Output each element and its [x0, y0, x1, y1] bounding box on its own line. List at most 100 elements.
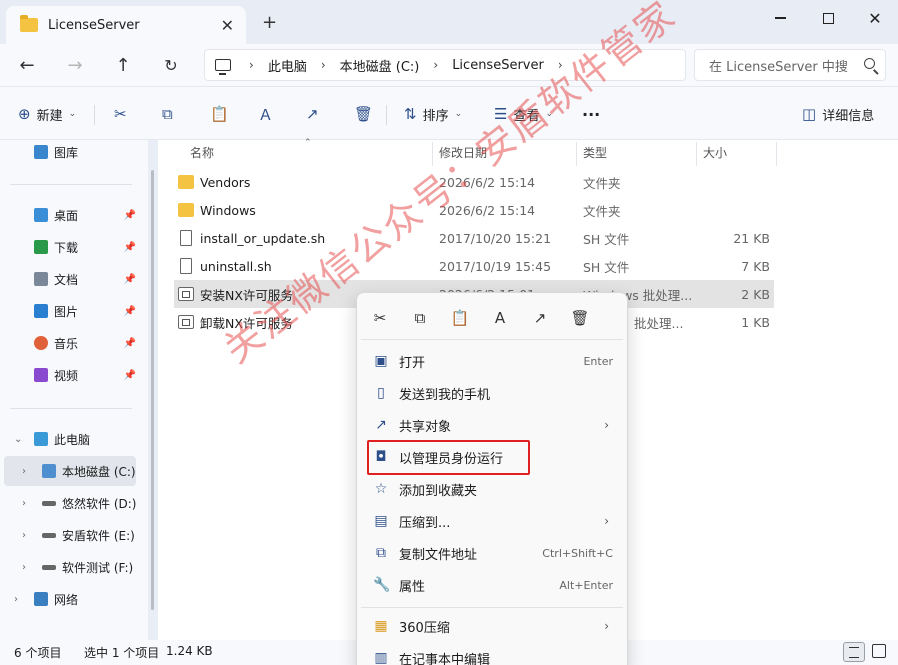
sidebar-item-downloads[interactable]: 下载 📌	[0, 232, 146, 262]
chevron-down-icon: ⌄	[68, 109, 77, 119]
ctx-share-button[interactable]: ↗	[529, 307, 551, 329]
sidebar-item-drive-d[interactable]: › 悠然软件 (D:)	[0, 488, 146, 518]
details-pane-icon: ◫	[802, 105, 817, 123]
ctx-item-360-compress[interactable]: ▦ 360压缩 ›	[361, 611, 623, 641]
sidebar-item-drive-e[interactable]: › 安盾软件 (E:)	[0, 520, 146, 550]
back-button[interactable]: ←	[14, 52, 40, 78]
open-icon: ▣	[374, 353, 388, 369]
sidebar-item-pictures[interactable]: 图片 📌	[0, 296, 146, 326]
sidebar-item-label: 桌面	[54, 208, 79, 223]
forward-button[interactable]: →	[62, 52, 88, 78]
close-tab-button[interactable]: ✕	[221, 16, 234, 35]
ctx-item-send-to-phone[interactable]: ▯ 发送到我的手机	[361, 378, 623, 408]
file-row[interactable]: uninstall.sh 2017/10/19 15:45 SH 文件 7 KB	[174, 252, 774, 280]
breadcrumb-this-pc[interactable]: 此电脑	[268, 56, 307, 75]
file-row[interactable]: install_or_update.sh 2017/10/20 15:21 SH…	[174, 224, 774, 252]
file-name: uninstall.sh	[200, 258, 272, 274]
pin-icon[interactable]: 📌	[124, 242, 136, 253]
ctx-item-compress-to[interactable]: ▤ 压缩到... ›	[361, 506, 623, 536]
ctx-paste-shortcut-button[interactable]: 📋	[449, 307, 471, 329]
search-placeholder: 在 LicenseServer 中搜	[709, 59, 848, 75]
ctx-item-copy-path[interactable]: ⧉ 复制文件地址 Ctrl+Shift+C	[361, 538, 623, 568]
breadcrumb[interactable]: › 此电脑 › 本地磁盘 (C:) › LicenseServer ›	[204, 49, 686, 81]
rename-button[interactable]: Ａ	[258, 101, 279, 127]
column-header-size[interactable]: 大小	[703, 140, 727, 164]
pin-icon[interactable]: 📌	[124, 338, 136, 349]
file-icon	[180, 230, 192, 246]
search-input[interactable]: 在 LicenseServer 中搜	[694, 49, 886, 81]
column-divider[interactable]	[432, 142, 433, 166]
ctx-item-share-with[interactable]: ↗ 共享对象 ›	[361, 410, 623, 440]
minimize-button[interactable]	[757, 4, 803, 32]
ctx-item-edit-in-notepad[interactable]: ▥ 在记事本中编辑	[361, 643, 623, 665]
ctx-item-add-to-favorites[interactable]: ☆ 添加到收藏夹	[361, 474, 623, 504]
column-divider[interactable]	[696, 142, 697, 166]
ctx-copy-button[interactable]: ⧉	[409, 307, 431, 329]
network-icon	[34, 592, 48, 606]
chevron-right-icon[interactable]: ›	[22, 530, 26, 541]
sidebar-item-documents[interactable]: 文档 📌	[0, 264, 146, 294]
new-button[interactable]: ⊕ 新建 ⌄	[18, 101, 76, 127]
refresh-button[interactable]: ↻	[158, 52, 184, 78]
breadcrumb-drive-c[interactable]: 本地磁盘 (C:)	[340, 56, 420, 75]
new-tab-button[interactable]: +	[262, 12, 277, 33]
notepad-icon: ▥	[374, 650, 388, 665]
maximize-button[interactable]	[805, 4, 851, 32]
copy-button[interactable]: ⧉	[162, 101, 179, 127]
sidebar-item-network[interactable]: › 网络	[0, 584, 146, 614]
file-row[interactable]: Vendors 2026/6/2 15:14 文件夹	[174, 168, 774, 196]
ctx-cut-button[interactable]: ✂	[369, 307, 391, 329]
divider	[10, 184, 132, 185]
ctx-item-label: 共享对象	[399, 419, 452, 435]
pin-icon[interactable]: 📌	[124, 370, 136, 381]
chevron-down-icon[interactable]: ⌄	[14, 434, 22, 445]
sort-button[interactable]: ⇅ 排序 ⌄	[404, 101, 462, 127]
tab-licenseserver[interactable]: LicenseServer ✕	[6, 6, 246, 44]
breadcrumb-licenseserver[interactable]: LicenseServer	[452, 58, 544, 73]
column-divider[interactable]	[576, 142, 577, 166]
tiles-view-button[interactable]	[872, 644, 886, 658]
file-row[interactable]: Windows 2026/6/2 15:14 文件夹	[174, 196, 774, 224]
pin-icon[interactable]: 📌	[124, 274, 136, 285]
delete-button[interactable]: 🗑	[354, 101, 379, 127]
sidebar-item-desktop[interactable]: 桌面 📌	[0, 200, 146, 230]
chevron-right-icon[interactable]: ›	[22, 562, 26, 573]
view-button[interactable]: ☰ 查看 ⌄	[494, 101, 553, 127]
sidebar-scrollbar[interactable]	[150, 140, 156, 640]
close-window-button[interactable]: ✕	[852, 4, 898, 32]
ctx-item-label: 发送到我的手机	[399, 387, 491, 403]
chevron-right-icon[interactable]: ›	[22, 466, 26, 477]
ctx-delete-button[interactable]: 🗑	[569, 307, 591, 329]
scrollbar-thumb[interactable]	[151, 170, 154, 610]
column-divider[interactable]	[776, 142, 777, 166]
sidebar-item-videos[interactable]: 视频 📌	[0, 360, 146, 390]
cut-button[interactable]: ✂	[114, 101, 133, 127]
sidebar-item-drive-f[interactable]: › 软件测试 (F:)	[0, 552, 146, 582]
details-view-button[interactable]	[843, 642, 865, 662]
sidebar-item-music[interactable]: 音乐 📌	[0, 328, 146, 358]
ctx-item-properties[interactable]: 🔧 属性 Alt+Enter	[361, 570, 623, 600]
ctx-rename-button[interactable]: A	[489, 307, 511, 329]
pin-icon[interactable]: 📌	[124, 306, 136, 317]
picture-icon	[34, 304, 48, 318]
ctx-item-open[interactable]: ▣ 打开 Enter	[361, 346, 623, 376]
navigation-pane: 图库 桌面 📌 下载 📌 文档 📌 图片 📌 音乐 📌 视频 📌 ⌄ 此电脑 ›	[0, 140, 148, 640]
column-header-date[interactable]: 修改日期	[439, 140, 487, 164]
file-type: 文件夹	[583, 175, 621, 191]
details-label: 详细信息	[822, 108, 875, 124]
more-options-button[interactable]: ···	[582, 101, 600, 127]
up-button[interactable]: ↑	[110, 52, 136, 78]
column-header-name[interactable]: 名称	[190, 140, 214, 164]
chevron-right-icon[interactable]: ›	[22, 498, 26, 509]
share-button[interactable]: ↗	[306, 101, 325, 127]
copy-path-icon: ⧉	[376, 545, 386, 561]
details-button[interactable]: ◫ 详细信息	[802, 101, 874, 127]
chevron-right-icon[interactable]: ›	[14, 594, 18, 605]
sidebar-item-this-pc[interactable]: ⌄ 此电脑	[0, 424, 146, 454]
share-icon: ↗	[375, 417, 387, 433]
column-header-type[interactable]: 类型	[583, 140, 607, 164]
view-label: 查看	[513, 108, 540, 124]
sidebar-item-drive-c[interactable]: › 本地磁盘 (C:)	[4, 456, 136, 486]
paste-button[interactable]: 📋	[210, 101, 235, 127]
pin-icon[interactable]: 📌	[124, 210, 136, 221]
